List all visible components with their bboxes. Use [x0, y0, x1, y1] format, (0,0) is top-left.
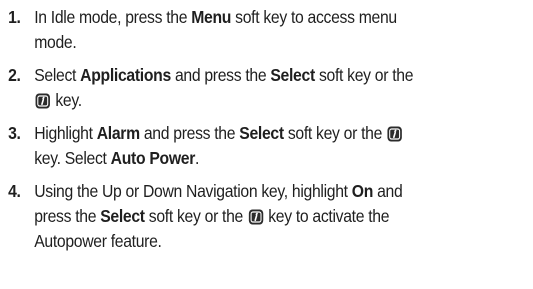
step-line: Using the Up or Down Navigation key, hig… [34, 179, 403, 204]
step-line: Select Applications and press the Select… [34, 63, 413, 88]
bold-term: Select [239, 123, 284, 143]
step-line: Autopower feature. [34, 229, 162, 254]
info-key-icon [35, 93, 50, 109]
bold-term: Select [270, 65, 315, 85]
bold-term: Applications [80, 65, 171, 85]
text-run: Select [34, 65, 81, 85]
text-run: soft key or the [314, 65, 414, 85]
bold-term: Select [100, 206, 145, 226]
text-run: soft key or the [144, 206, 248, 226]
step-line: In Idle mode, press the Menu soft key to… [34, 5, 397, 30]
text-run: soft key or the [283, 123, 387, 143]
bold-term: Auto Power [110, 148, 196, 168]
text-run: Autopower feature. [34, 231, 162, 251]
text-run: and press the [170, 65, 271, 85]
text-run: key. Select [34, 148, 111, 168]
text-run: and [373, 181, 403, 201]
text-run: Highlight [34, 123, 97, 143]
text-run: press the [34, 206, 101, 226]
info-key-icon [248, 209, 263, 225]
text-run: . [195, 148, 200, 168]
step-number: 1. [8, 7, 21, 27]
info-key-icon [387, 126, 402, 142]
step-line: key. Select Auto Power. [34, 146, 199, 171]
text-run: Using the Up or Down Navigation key, hig… [34, 181, 352, 201]
step-number: 2. [8, 65, 21, 85]
step-line: mode. [34, 30, 77, 55]
step-line: key. [34, 88, 82, 113]
step-line: Highlight Alarm and press the Select sof… [34, 121, 403, 146]
step-line: press the Select soft key or the key to … [34, 204, 389, 229]
text-run: key. [51, 90, 82, 110]
text-run: In Idle mode, press the [34, 7, 192, 27]
bold-term: Menu [191, 7, 232, 27]
text-run: and press the [139, 123, 240, 143]
step-number: 4. [8, 181, 21, 201]
text-run: soft key to access menu [231, 7, 397, 27]
text-run: key to activate the [264, 206, 390, 226]
instruction-list: 1. In Idle mode, press the Menu soft key… [0, 0, 533, 289]
bold-term: Alarm [96, 123, 140, 143]
step-number: 3. [8, 123, 21, 143]
bold-term: On [351, 181, 374, 201]
text-run: mode. [34, 32, 77, 52]
